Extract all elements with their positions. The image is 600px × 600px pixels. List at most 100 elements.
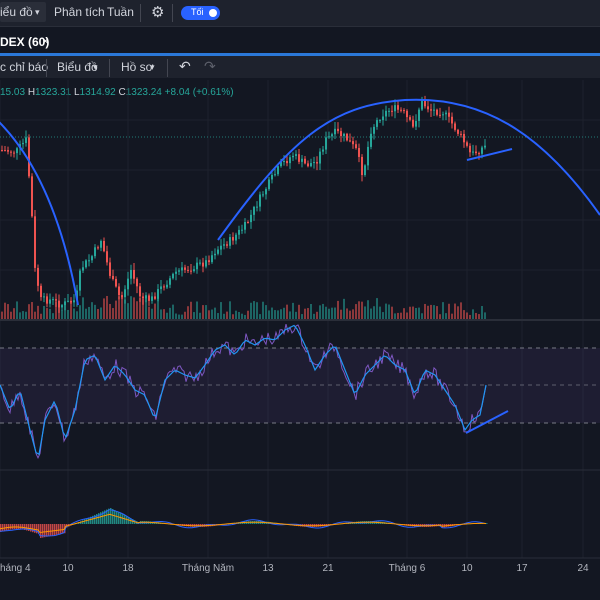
time-axis-label: 24: [577, 563, 589, 574]
macd-histogram-bar: [58, 524, 60, 535]
candle-body: [28, 137, 30, 177]
volume-bar: [457, 306, 459, 319]
candle-body: [382, 116, 384, 121]
candle-body: [214, 253, 216, 256]
volume-bar: [268, 310, 270, 319]
volume-bar: [442, 302, 444, 319]
volume-bar: [85, 308, 87, 319]
volume-bar: [292, 302, 294, 319]
candle-body: [43, 296, 45, 298]
volume-bar: [202, 305, 204, 319]
macd-histogram-bar: [116, 511, 118, 524]
candle-body: [37, 267, 39, 286]
volume-bar: [313, 313, 315, 319]
candle-body: [436, 109, 438, 115]
volume-bar: [286, 304, 288, 319]
volume-bar: [235, 310, 237, 319]
volume-bar: [382, 312, 384, 319]
candle-body: [31, 176, 33, 217]
macd-histogram-bar: [28, 524, 30, 531]
candle-body: [175, 271, 177, 274]
candle-body: [346, 133, 348, 141]
volume-bar: [103, 298, 105, 319]
volume-bar: [328, 308, 330, 319]
candle-body: [199, 262, 201, 264]
macd-histogram-bar: [112, 509, 114, 524]
candle-body: [49, 299, 51, 304]
volume-bar: [460, 302, 462, 319]
volume-bar: [46, 308, 48, 319]
candle-body: [82, 267, 84, 271]
candle-body: [67, 300, 69, 302]
candle-body: [349, 140, 351, 142]
macd-histogram-bar: [118, 512, 120, 524]
candle-body: [418, 109, 420, 121]
volume-bar: [454, 303, 456, 319]
candle-body: [472, 151, 474, 153]
candle-body: [133, 269, 135, 279]
candle-body: [454, 123, 456, 130]
candle-body: [145, 295, 147, 299]
candle-body: [61, 305, 63, 308]
volume-bar: [388, 304, 390, 319]
macd-histogram-bar: [50, 524, 52, 536]
macd-histogram-bar: [122, 514, 124, 524]
volume-bar: [358, 301, 360, 319]
candle-body: [328, 136, 330, 138]
candle-body: [250, 214, 252, 223]
volume-bar: [115, 300, 117, 319]
volume-bar: [277, 310, 279, 319]
volume-bar: [61, 309, 63, 319]
candle-body: [238, 229, 240, 235]
volume-bar: [436, 306, 438, 319]
volume-bar: [79, 305, 81, 319]
volume-bar: [349, 310, 351, 319]
volume-bar: [13, 308, 15, 319]
candle-body: [220, 245, 222, 250]
candle-body: [466, 142, 468, 146]
macd-histogram-bar: [20, 524, 22, 530]
candle-body: [352, 141, 354, 145]
volume-bar: [247, 310, 249, 319]
candle-body: [244, 222, 246, 230]
volume-bar: [346, 308, 348, 319]
candle-body: [25, 137, 27, 143]
candle-body: [469, 145, 471, 153]
candle-body: [16, 148, 18, 154]
candle-body: [364, 165, 366, 176]
volume-bar: [445, 313, 447, 319]
volume-bar: [331, 307, 333, 319]
candle-body: [343, 133, 345, 137]
volume-bar: [283, 307, 285, 319]
candle-body: [478, 153, 480, 155]
candle-body: [319, 151, 321, 164]
candle-body: [361, 156, 363, 176]
candle-body: [154, 296, 156, 299]
candle-body: [223, 244, 225, 246]
trendline-drawing[interactable]: [466, 148, 513, 161]
candle-body: [463, 133, 465, 143]
candle-body: [190, 270, 192, 272]
candle-body: [208, 260, 210, 263]
volume-bar: [100, 307, 102, 319]
candle-body: [148, 295, 150, 301]
volume-bar: [244, 314, 246, 319]
volume-bar: [238, 311, 240, 319]
candle-body: [394, 105, 396, 112]
candle-body: [430, 109, 432, 111]
price-chart-canvas[interactable]: háng 4 10 18 Tháng Năm 13 21 Tháng 6 10 …: [0, 0, 600, 600]
candle-body: [163, 286, 165, 288]
volume-bar: [76, 311, 78, 319]
macd-histogram-bar: [114, 510, 116, 524]
candle-body: [331, 134, 333, 137]
volume-bar: [121, 296, 123, 319]
candle-body: [481, 147, 483, 154]
candle-body: [94, 247, 96, 257]
volume-bar: [109, 303, 111, 319]
volume-bar: [199, 312, 201, 319]
candle-body: [13, 152, 15, 154]
candle-body: [340, 131, 342, 137]
macd-histogram-bar: [56, 524, 58, 535]
volume-bar: [130, 296, 132, 319]
candle-body: [445, 112, 447, 115]
